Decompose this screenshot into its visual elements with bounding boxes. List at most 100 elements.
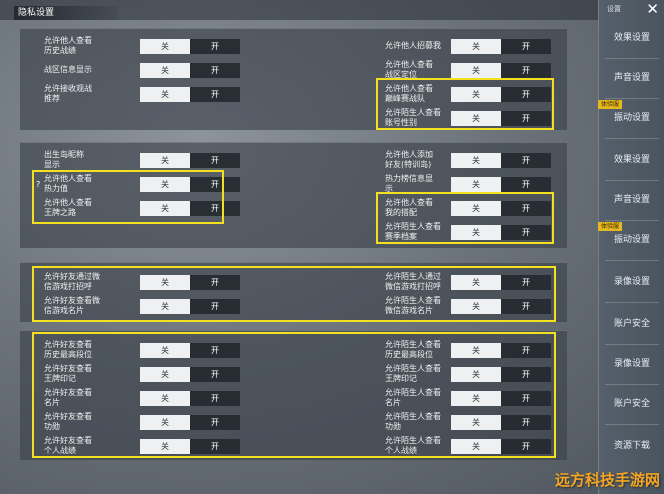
toggle-off-option[interactable]: 关 xyxy=(140,343,190,358)
toggle-on-option[interactable]: 开 xyxy=(190,343,240,358)
toggle-on-option[interactable]: 开 xyxy=(501,153,551,168)
toggle-on-option[interactable]: 开 xyxy=(501,391,551,406)
toggle-on-option[interactable]: 开 xyxy=(190,63,240,78)
setting-label: 允许陌生人查看 微信游戏名片 xyxy=(385,296,441,315)
toggle-off-option[interactable]: 关 xyxy=(451,275,501,290)
toggle-switch[interactable]: 关开 xyxy=(451,153,551,168)
toggle-off-option[interactable]: 关 xyxy=(451,439,501,454)
toggle-switch[interactable]: 关开 xyxy=(140,439,240,454)
toggle-on-option[interactable]: 开 xyxy=(190,201,240,216)
toggle-on-option[interactable]: 开 xyxy=(501,275,551,290)
toggle-off-option[interactable]: 关 xyxy=(140,299,190,314)
toggle-switch[interactable]: 关开 xyxy=(140,201,240,216)
toggle-switch[interactable]: 关开 xyxy=(451,63,551,78)
toggle-on-option[interactable]: 开 xyxy=(501,87,551,102)
toggle-off-option[interactable]: 关 xyxy=(451,367,501,382)
toggle-on-option[interactable]: 开 xyxy=(501,439,551,454)
sidebar-item[interactable]: 资源下载 xyxy=(599,438,664,451)
toggle-on-option[interactable]: 开 xyxy=(501,343,551,358)
toggle-switch[interactable]: 关开 xyxy=(140,415,240,430)
toggle-off-option[interactable]: 关 xyxy=(451,87,501,102)
sidebar-item[interactable]: 账户安全 xyxy=(599,396,664,409)
toggle-switch[interactable]: 关开 xyxy=(140,367,240,382)
toggle-off-option[interactable]: 关 xyxy=(451,201,501,216)
toggle-switch[interactable]: 关开 xyxy=(451,391,551,406)
toggle-off-option[interactable]: 关 xyxy=(451,415,501,430)
toggle-switch[interactable]: 关开 xyxy=(140,343,240,358)
sidebar-item[interactable]: 振动设置 xyxy=(599,232,664,245)
toggle-switch[interactable]: 关开 xyxy=(451,367,551,382)
toggle-on-option[interactable]: 开 xyxy=(190,439,240,454)
toggle-switch[interactable]: 关开 xyxy=(140,39,240,54)
toggle-switch[interactable]: 关开 xyxy=(451,177,551,192)
toggle-off-option[interactable]: 关 xyxy=(140,415,190,430)
toggle-off-option[interactable]: 关 xyxy=(140,63,190,78)
toggle-switch[interactable]: 关开 xyxy=(451,225,551,240)
toggle-on-option[interactable]: 开 xyxy=(501,225,551,240)
toggle-off-option[interactable]: 关 xyxy=(451,111,501,126)
toggle-switch[interactable]: 关开 xyxy=(451,39,551,54)
toggle-off-option[interactable]: 关 xyxy=(140,87,190,102)
toggle-off-option[interactable]: 关 xyxy=(451,225,501,240)
toggle-on-option[interactable]: 开 xyxy=(190,275,240,290)
setting-row: 允许陌生人查看 王牌印记关开 xyxy=(385,364,585,386)
toggle-off-option[interactable]: 关 xyxy=(140,439,190,454)
toggle-switch[interactable]: 关开 xyxy=(451,201,551,216)
toggle-on-option[interactable]: 开 xyxy=(501,63,551,78)
help-icon[interactable]: ? xyxy=(36,180,40,189)
toggle-off-option[interactable]: 关 xyxy=(140,367,190,382)
sidebar-item[interactable]: 声音设置 xyxy=(599,70,664,83)
close-icon[interactable]: ✕ xyxy=(646,1,659,17)
toggle-on-option[interactable]: 开 xyxy=(501,299,551,314)
toggle-switch[interactable]: 关开 xyxy=(140,275,240,290)
toggle-off-option[interactable]: 关 xyxy=(451,39,501,54)
toggle-on-option[interactable]: 开 xyxy=(190,177,240,192)
toggle-off-option[interactable]: 关 xyxy=(140,391,190,406)
sidebar-item[interactable]: 效果设置 xyxy=(599,30,664,43)
toggle-off-option[interactable]: 关 xyxy=(140,201,190,216)
toggle-on-option[interactable]: 开 xyxy=(190,87,240,102)
toggle-switch[interactable]: 关开 xyxy=(140,153,240,168)
toggle-off-option[interactable]: 关 xyxy=(140,275,190,290)
toggle-switch[interactable]: 关开 xyxy=(140,391,240,406)
toggle-switch[interactable]: 关开 xyxy=(140,63,240,78)
toggle-switch[interactable]: 关开 xyxy=(451,343,551,358)
setting-label: 允许他人查看 历史战绩 xyxy=(44,36,92,55)
toggle-off-option[interactable]: 关 xyxy=(451,177,501,192)
toggle-off-option[interactable]: 关 xyxy=(451,299,501,314)
toggle-switch[interactable]: 关开 xyxy=(451,111,551,126)
sidebar-item[interactable]: 声音设置 xyxy=(599,192,664,205)
toggle-on-option[interactable]: 开 xyxy=(501,111,551,126)
toggle-off-option[interactable]: 关 xyxy=(451,343,501,358)
toggle-on-option[interactable]: 开 xyxy=(501,415,551,430)
toggle-on-option[interactable]: 开 xyxy=(501,177,551,192)
toggle-on-option[interactable]: 开 xyxy=(501,201,551,216)
toggle-switch[interactable]: 关开 xyxy=(451,439,551,454)
sidebar-item[interactable]: 账户安全 xyxy=(599,316,664,329)
sidebar-item[interactable]: 振动设置 xyxy=(599,110,664,123)
toggle-off-option[interactable]: 关 xyxy=(451,153,501,168)
toggle-on-option[interactable]: 开 xyxy=(501,39,551,54)
toggle-switch[interactable]: 关开 xyxy=(140,299,240,314)
sidebar-item[interactable]: 效果设置 xyxy=(599,152,664,165)
toggle-switch[interactable]: 关开 xyxy=(451,299,551,314)
toggle-switch[interactable]: 关开 xyxy=(140,177,240,192)
toggle-switch[interactable]: 关开 xyxy=(451,415,551,430)
toggle-off-option[interactable]: 关 xyxy=(140,153,190,168)
toggle-switch[interactable]: 关开 xyxy=(451,275,551,290)
toggle-switch[interactable]: 关开 xyxy=(140,87,240,102)
toggle-on-option[interactable]: 开 xyxy=(190,415,240,430)
toggle-off-option[interactable]: 关 xyxy=(451,63,501,78)
toggle-on-option[interactable]: 开 xyxy=(190,391,240,406)
sidebar-item[interactable]: 录像设置 xyxy=(599,274,664,287)
toggle-off-option[interactable]: 关 xyxy=(140,177,190,192)
toggle-switch[interactable]: 关开 xyxy=(451,87,551,102)
toggle-on-option[interactable]: 开 xyxy=(501,367,551,382)
toggle-on-option[interactable]: 开 xyxy=(190,39,240,54)
toggle-off-option[interactable]: 关 xyxy=(140,39,190,54)
toggle-on-option[interactable]: 开 xyxy=(190,299,240,314)
toggle-on-option[interactable]: 开 xyxy=(190,153,240,168)
sidebar-item[interactable]: 录像设置 xyxy=(599,356,664,369)
toggle-off-option[interactable]: 关 xyxy=(451,391,501,406)
toggle-on-option[interactable]: 开 xyxy=(190,367,240,382)
